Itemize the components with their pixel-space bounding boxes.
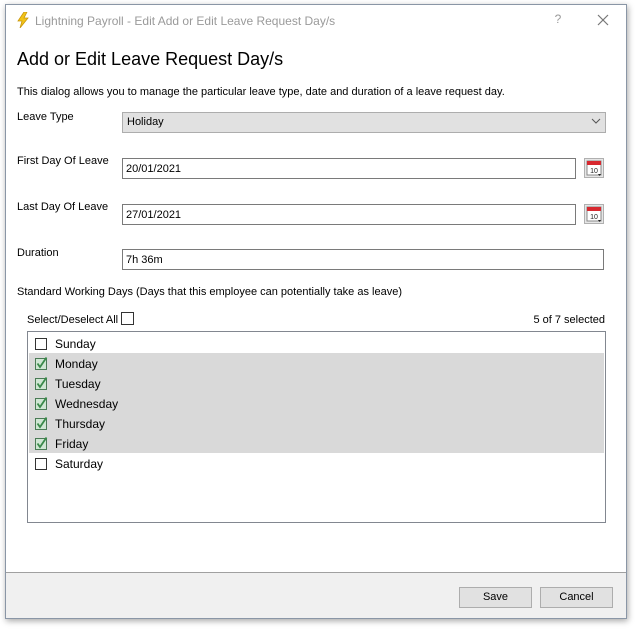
checkbox-checked[interactable] xyxy=(35,416,48,430)
checkmark-icon xyxy=(35,396,48,410)
working-days-label: Standard Working Days (Days that this em… xyxy=(17,286,402,298)
checkmark-icon xyxy=(35,356,48,370)
duration-value: 7h 36m xyxy=(126,254,163,266)
calendar-icon: 10 xyxy=(584,158,604,178)
last-day-input[interactable]: 27/01/2021 xyxy=(122,204,576,225)
checkbox-icon xyxy=(35,458,47,470)
dialog-description: This dialog allows you to manage the par… xyxy=(17,86,505,98)
leave-type-value: Holiday xyxy=(127,116,164,128)
checkbox-icon xyxy=(35,338,47,350)
close-icon xyxy=(597,14,609,26)
first-day-input[interactable]: 20/01/2021 xyxy=(122,158,576,179)
leave-type-label: Leave Type xyxy=(17,111,74,123)
last-day-calendar-button[interactable]: 10 xyxy=(584,204,604,224)
svg-text:10: 10 xyxy=(590,214,598,221)
list-item[interactable]: Sunday xyxy=(29,333,604,353)
checkbox-checked[interactable] xyxy=(35,396,48,410)
calendar-icon: 10 xyxy=(584,204,604,224)
duration-input[interactable]: 7h 36m xyxy=(122,249,604,270)
title-bar: Lightning Payroll - Edit Add or Edit Lea… xyxy=(6,5,626,35)
chevron-down-icon xyxy=(591,115,601,127)
day-label: Sunday xyxy=(55,337,96,351)
day-label: Thursday xyxy=(55,417,106,431)
checkbox-checked[interactable] xyxy=(35,436,48,450)
day-label: Tuesday xyxy=(55,377,101,391)
first-day-label: First Day Of Leave xyxy=(17,155,109,167)
checkmark-icon xyxy=(35,436,48,450)
working-days-list: Sunday Monday Tuesday Wednesday Thursday Frid… xyxy=(27,331,606,523)
save-button[interactable]: Save xyxy=(459,587,532,608)
checkbox-checked[interactable] xyxy=(35,376,48,390)
list-item[interactable]: Tuesday xyxy=(29,373,604,393)
close-button[interactable] xyxy=(593,10,613,30)
day-label: Wednesday xyxy=(55,397,119,411)
day-label: Friday xyxy=(55,437,89,451)
list-item[interactable]: Wednesday xyxy=(29,393,604,413)
select-all-label: Select/Deselect All xyxy=(27,314,119,326)
leave-type-select[interactable]: Holiday xyxy=(122,112,606,133)
selected-count: 5 of 7 selected xyxy=(533,314,605,326)
day-label: Monday xyxy=(55,357,98,371)
last-day-label: Last Day Of Leave xyxy=(17,201,109,213)
checkbox-unchecked[interactable] xyxy=(35,337,47,350)
first-day-calendar-button[interactable]: 10 xyxy=(584,158,604,178)
checkbox-checked[interactable] xyxy=(35,356,48,370)
checkmark-icon xyxy=(35,416,48,430)
dialog-heading: Add or Edit Leave Request Day/s xyxy=(17,49,284,69)
duration-label: Duration xyxy=(17,247,59,259)
list-item[interactable]: Thursday xyxy=(29,413,604,433)
list-item[interactable]: Saturday xyxy=(29,453,604,473)
list-item[interactable]: Friday xyxy=(29,433,604,453)
select-all-checkbox[interactable] xyxy=(121,312,134,325)
day-label: Saturday xyxy=(55,457,104,471)
list-item[interactable]: Monday xyxy=(29,353,604,373)
svg-text:10: 10 xyxy=(590,168,598,175)
help-button[interactable]: ? xyxy=(551,12,565,28)
last-day-value: 27/01/2021 xyxy=(126,209,182,221)
cancel-button[interactable]: Cancel xyxy=(540,587,613,608)
dialog-window: Lightning Payroll - Edit Add or Edit Lea… xyxy=(5,4,627,619)
first-day-value: 20/01/2021 xyxy=(126,163,182,175)
checkbox-unchecked[interactable] xyxy=(35,457,47,470)
window-title: Lightning Payroll - Edit Add or Edit Lea… xyxy=(35,14,336,28)
dialog-footer: Save Cancel xyxy=(6,572,626,618)
lightning-icon xyxy=(16,11,30,29)
checkmark-icon xyxy=(35,376,48,390)
